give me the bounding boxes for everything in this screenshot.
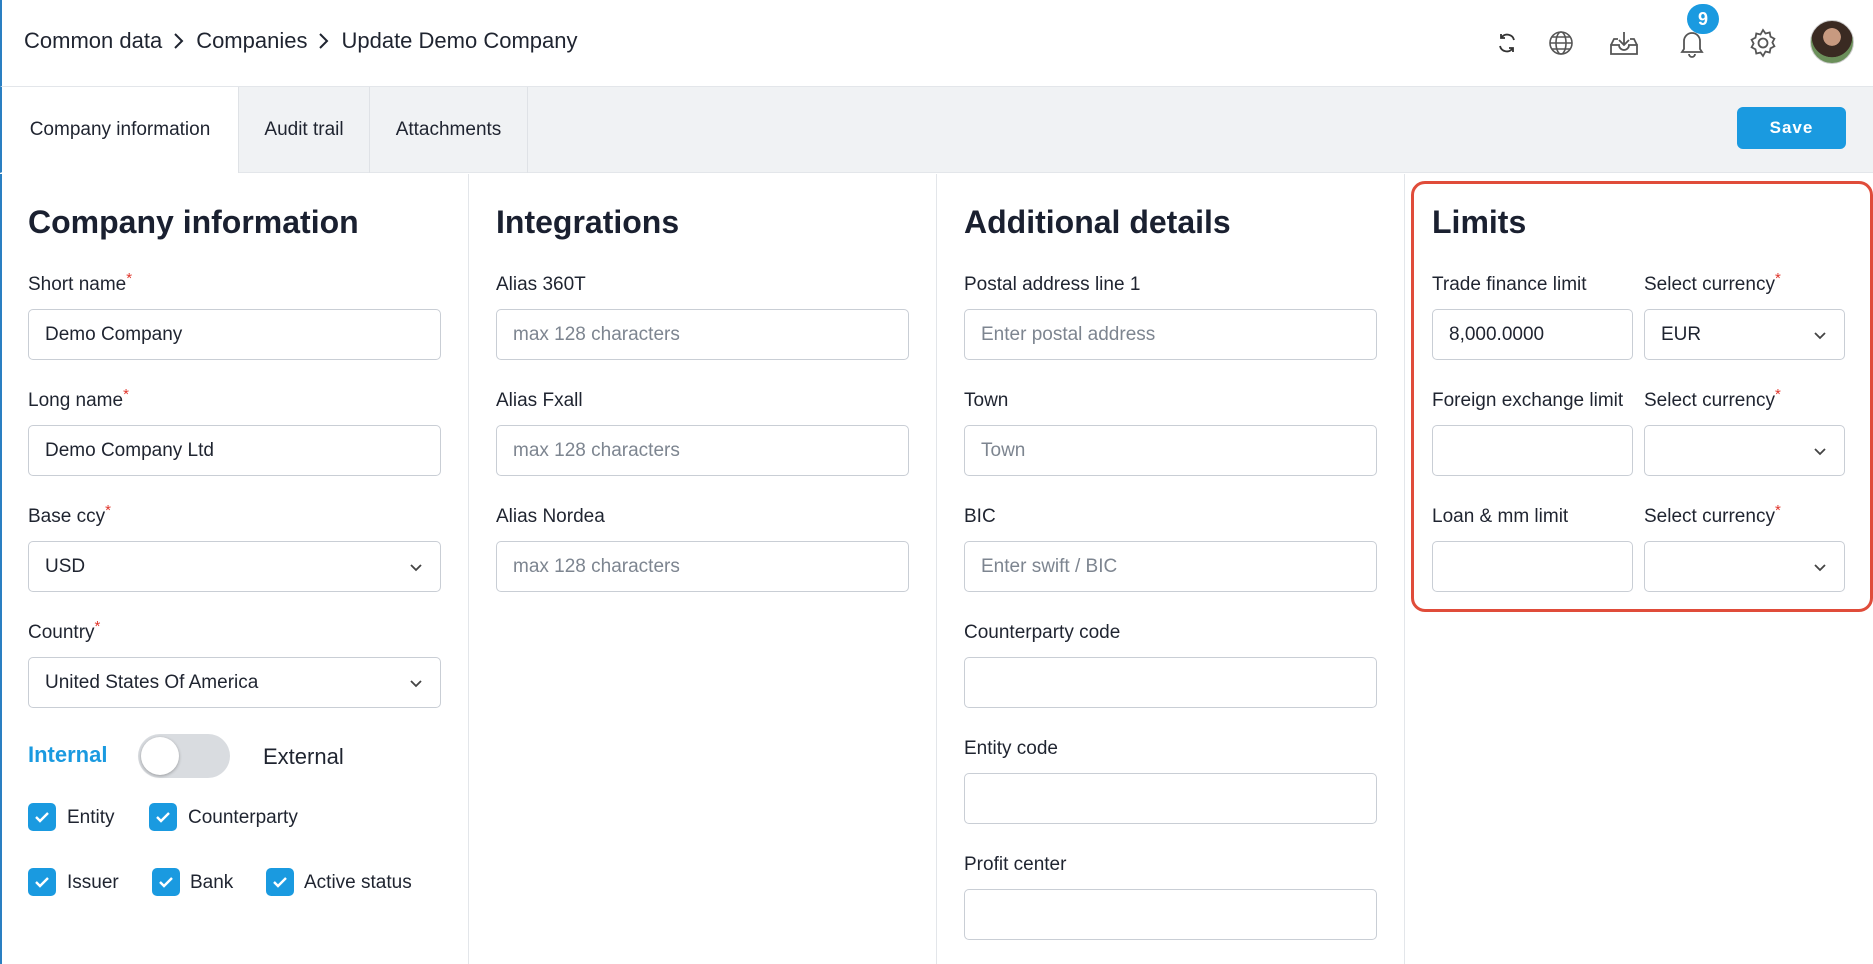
- loan-currency-select[interactable]: [1644, 541, 1845, 592]
- country-label: Country*: [28, 618, 101, 643]
- postal-address-input[interactable]: [964, 309, 1377, 360]
- country-select[interactable]: United States Of America: [28, 657, 441, 708]
- town-label: Town: [964, 390, 1009, 411]
- chevron-down-icon: [410, 564, 422, 572]
- entity-code-label: Entity code: [964, 738, 1058, 759]
- base-ccy-label: Base ccy*: [28, 502, 111, 527]
- long-name-label: Long name*: [28, 386, 129, 411]
- long-name-input[interactable]: [28, 425, 441, 476]
- base-ccy-value: USD: [45, 555, 86, 577]
- trade-currency-value: EUR: [1661, 323, 1702, 345]
- integrations-title: Integrations: [496, 204, 680, 240]
- trade-finance-limit-label: Trade finance limit: [1432, 274, 1587, 295]
- loan-mm-limit-label: Loan & mm limit: [1432, 506, 1569, 527]
- tab-bar: Company information Audit trail Attachme…: [0, 87, 1873, 173]
- check-icon: [159, 877, 173, 888]
- additional-details-title: Additional details: [964, 204, 1231, 240]
- tab-attachments[interactable]: Attachments: [370, 87, 528, 173]
- breadcrumb-common-data[interactable]: Common data: [24, 28, 162, 54]
- profit-center-input[interactable]: [964, 889, 1377, 940]
- notification-badge: 9: [1687, 4, 1719, 34]
- avatar[interactable]: [1810, 20, 1854, 64]
- alias-nordea-label: Alias Nordea: [496, 506, 605, 527]
- active-status-checkbox-label: Active status: [304, 872, 412, 893]
- alias-360t-label: Alias 360T: [496, 274, 586, 295]
- bank-checkbox[interactable]: [152, 868, 180, 896]
- bank-checkbox-label: Bank: [190, 872, 234, 893]
- chevron-right-icon: [174, 33, 184, 49]
- check-icon: [273, 877, 287, 888]
- issuer-checkbox[interactable]: [28, 868, 56, 896]
- chevron-down-icon: [410, 680, 422, 688]
- save-button[interactable]: Save: [1737, 107, 1846, 149]
- counterparty-checkbox[interactable]: [149, 803, 177, 831]
- check-icon: [35, 877, 49, 888]
- trade-currency-label: Select currency*: [1644, 270, 1781, 295]
- issuer-checkbox-label: Issuer: [67, 872, 119, 893]
- active-status-checkbox[interactable]: [266, 868, 294, 896]
- gear-icon[interactable]: [1746, 26, 1780, 60]
- company-info-title: Company information: [28, 204, 359, 240]
- bic-input[interactable]: [964, 541, 1377, 592]
- country-value: United States Of America: [45, 671, 259, 693]
- tab-audit-trail[interactable]: Audit trail: [239, 87, 370, 173]
- counterparty-code-input[interactable]: [964, 657, 1377, 708]
- fx-limit-input[interactable]: [1432, 425, 1633, 476]
- fx-currency-select[interactable]: [1644, 425, 1845, 476]
- short-name-label: Short name*: [28, 270, 133, 295]
- trade-finance-limit-input[interactable]: [1432, 309, 1633, 360]
- alias-360t-input[interactable]: [496, 309, 909, 360]
- breadcrumb-companies[interactable]: Companies: [196, 28, 307, 54]
- postal-address-label: Postal address line 1: [964, 274, 1141, 295]
- internal-external-toggle[interactable]: [138, 734, 230, 778]
- entity-checkbox-label: Entity: [67, 807, 115, 828]
- short-name-input[interactable]: [28, 309, 441, 360]
- download-inbox-icon[interactable]: [1607, 26, 1641, 60]
- breadcrumb: Common data Companies Update Demo Compan…: [24, 28, 577, 54]
- chevron-down-icon: [1814, 332, 1826, 340]
- counterparty-code-label: Counterparty code: [964, 622, 1121, 643]
- limits-title: Limits: [1432, 204, 1527, 240]
- entity-code-input[interactable]: [964, 773, 1377, 824]
- internal-label: Internal: [28, 742, 108, 767]
- chevron-right-icon: [319, 33, 329, 49]
- town-input[interactable]: [964, 425, 1377, 476]
- breadcrumb-current: Update Demo Company: [341, 28, 578, 53]
- fx-limit-label: Foreign exchange limit: [1432, 390, 1624, 411]
- alias-fxall-label: Alias Fxall: [496, 390, 583, 411]
- alias-nordea-input[interactable]: [496, 541, 909, 592]
- toggle-knob: [141, 737, 179, 775]
- alias-fxall-input[interactable]: [496, 425, 909, 476]
- loan-mm-limit-input[interactable]: [1432, 541, 1633, 592]
- check-icon: [156, 812, 170, 823]
- bic-label: BIC: [964, 506, 996, 527]
- loan-currency-label: Select currency*: [1644, 502, 1781, 527]
- entity-checkbox[interactable]: [28, 803, 56, 831]
- chevron-down-icon: [1814, 564, 1826, 572]
- refresh-icon[interactable]: [1490, 26, 1524, 60]
- tab-company-information[interactable]: Company information: [2, 87, 239, 173]
- base-ccy-select[interactable]: USD: [28, 541, 441, 592]
- external-label: External: [263, 744, 344, 769]
- trade-currency-select[interactable]: EUR: [1644, 309, 1845, 360]
- chevron-down-icon: [1814, 448, 1826, 456]
- globe-icon[interactable]: [1544, 26, 1578, 60]
- profit-center-label: Profit center: [964, 854, 1067, 875]
- counterparty-checkbox-label: Counterparty: [188, 807, 298, 828]
- top-bar: Common data Companies Update Demo Compan…: [0, 0, 1873, 87]
- check-icon: [35, 812, 49, 823]
- fx-currency-label: Select currency*: [1644, 386, 1781, 411]
